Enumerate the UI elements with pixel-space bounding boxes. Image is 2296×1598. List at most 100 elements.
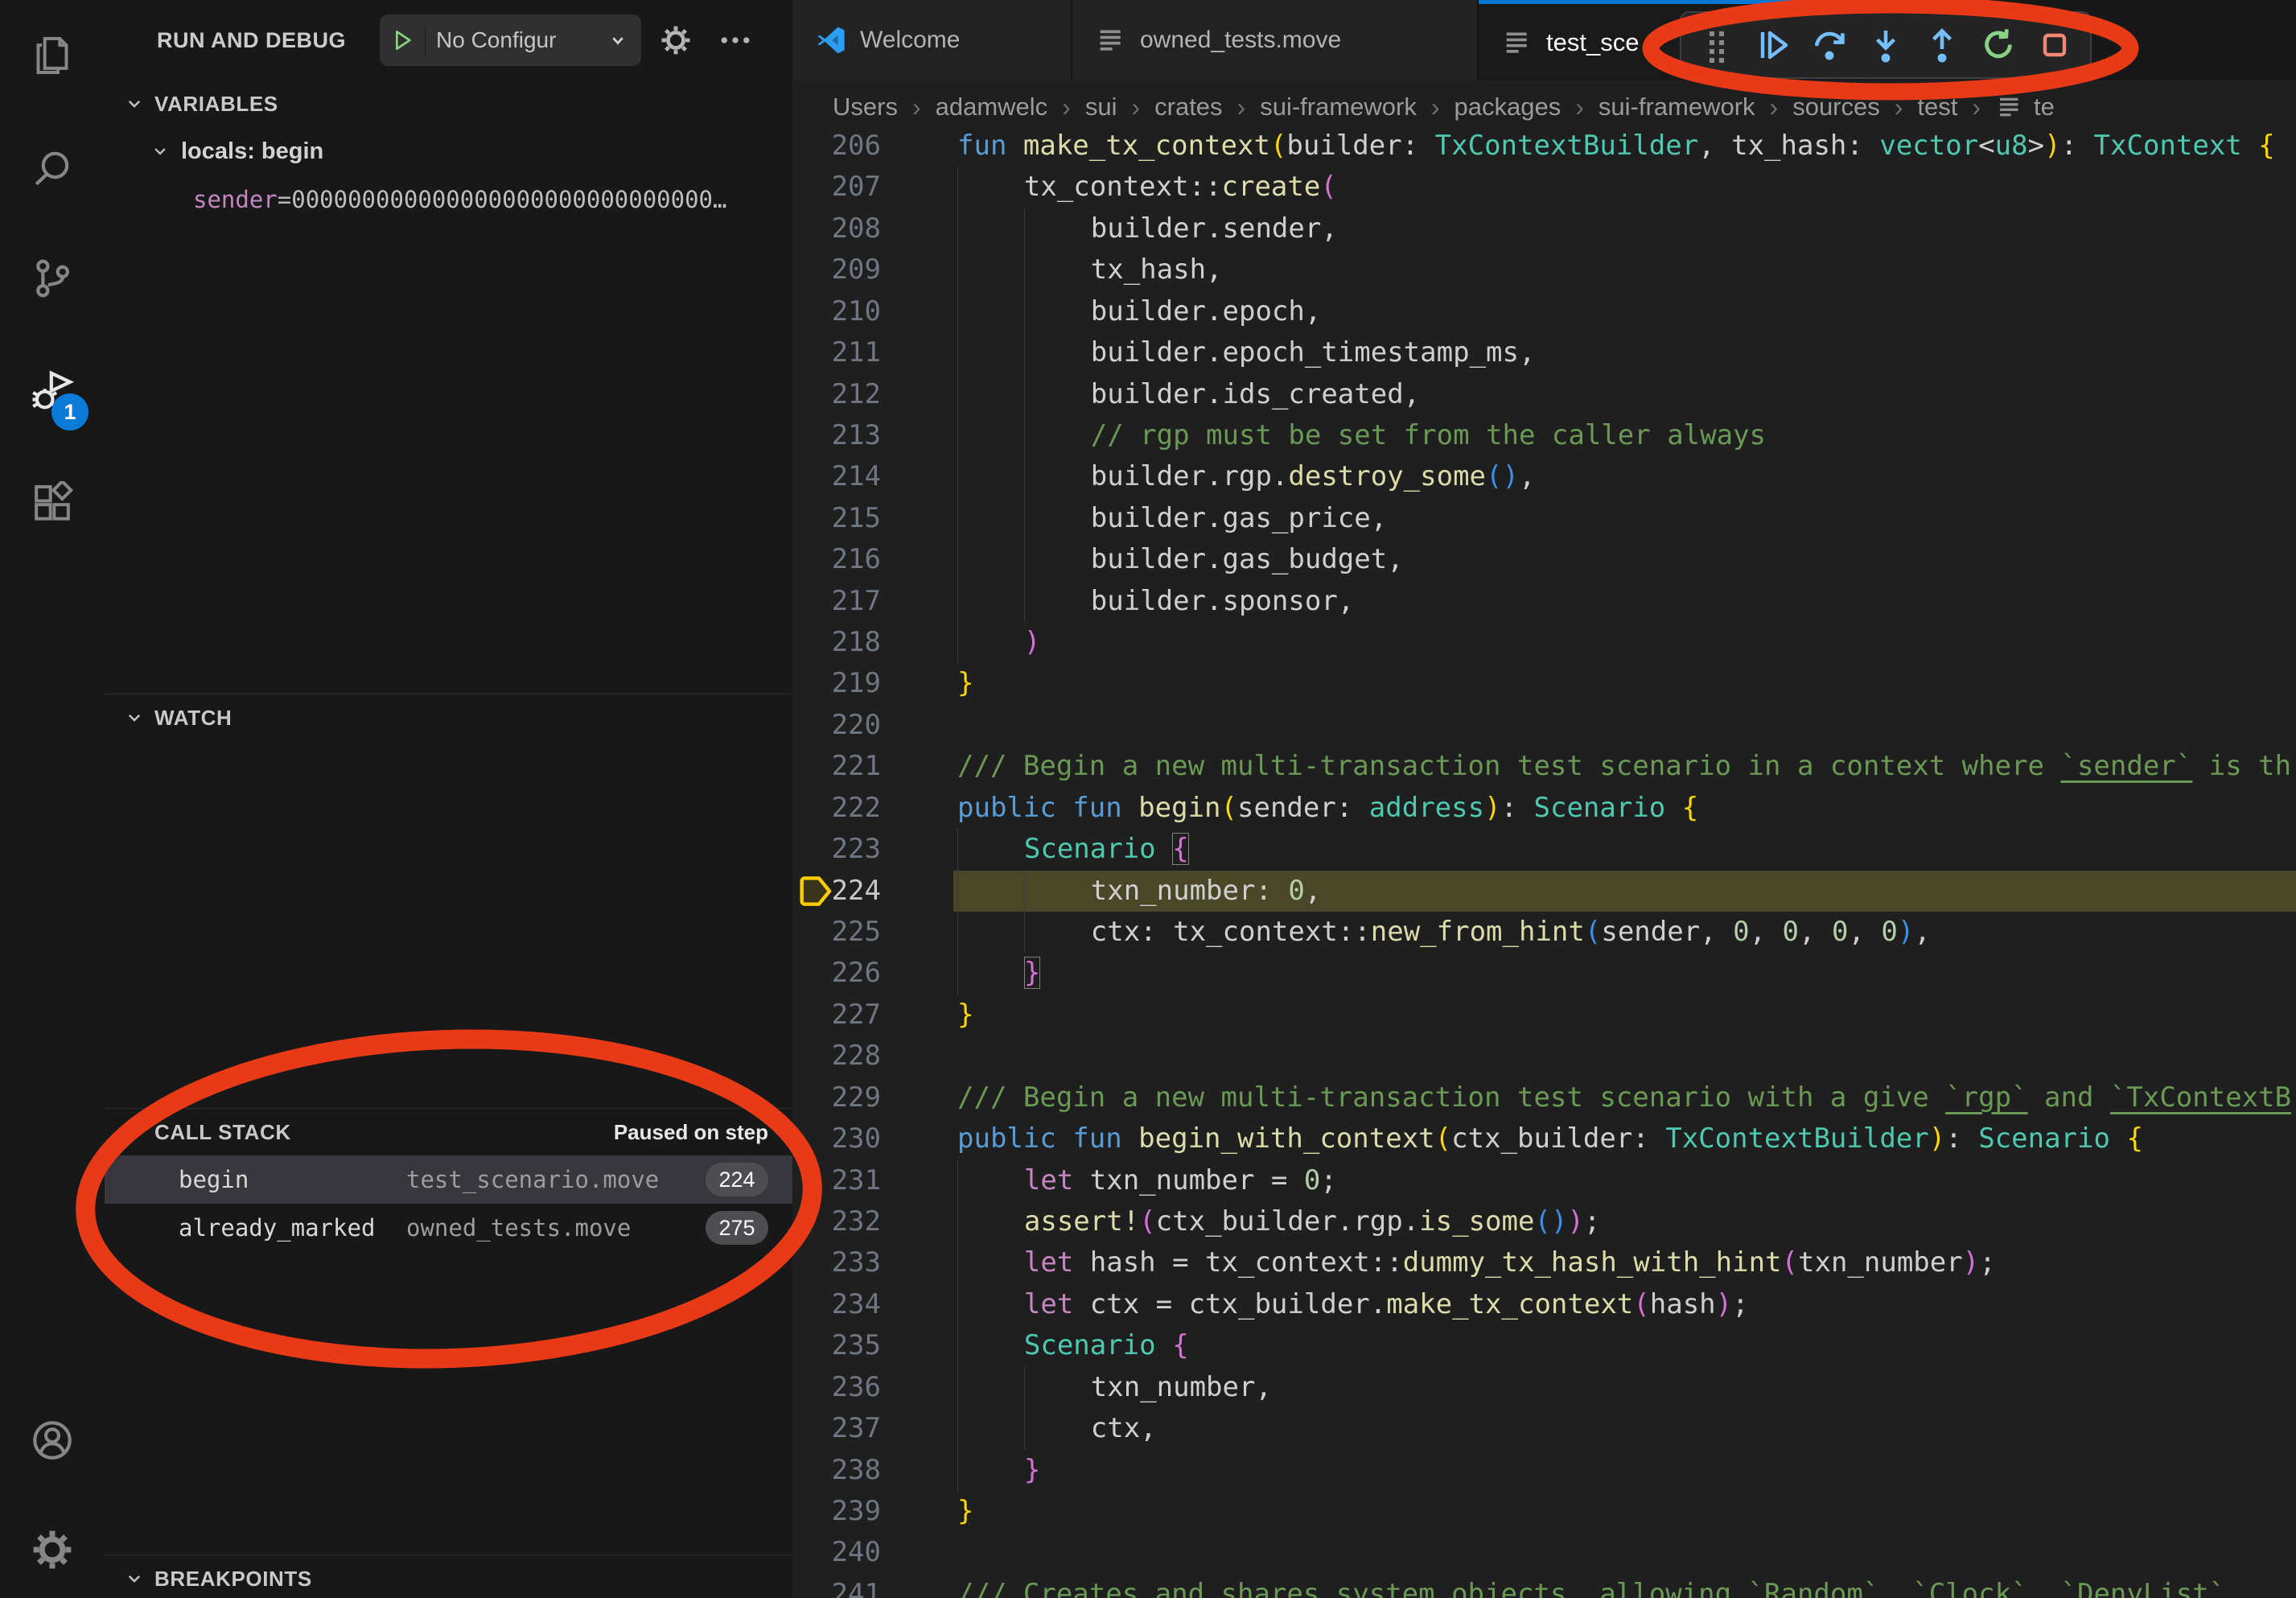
variable-row-sender[interactable]: sender = 000000000000000000000000000000…	[105, 175, 792, 224]
code-line-content[interactable]: }	[953, 663, 2296, 704]
gutter-line-number[interactable]: 239	[792, 1491, 953, 1532]
source-control-icon[interactable]	[30, 256, 75, 301]
gutter-line-number[interactable]: 225	[792, 912, 953, 953]
gutter-line-number[interactable]: 207	[792, 167, 953, 208]
code-line-content[interactable]: }	[953, 1450, 2296, 1491]
gutter-line-number[interactable]: 210	[792, 291, 953, 332]
more-actions-icon[interactable]	[718, 23, 753, 58]
code-line-content[interactable]: let txn_number = 0;	[953, 1160, 2296, 1201]
toolbar-drag-handle-icon[interactable]	[1697, 26, 1736, 64]
code-line-content[interactable]: builder.epoch,	[953, 291, 2296, 332]
code-line-content[interactable]	[953, 705, 2296, 746]
gutter-line-number[interactable]: 241	[792, 1574, 953, 1598]
code-line-content[interactable]: builder.gas_price,	[953, 498, 2296, 539]
code-line-content[interactable]	[953, 1036, 2296, 1077]
breadcrumb-file[interactable]: te	[1995, 93, 2055, 121]
code-line-content[interactable]: }	[953, 1491, 2296, 1532]
gutter-line-number[interactable]: 226	[792, 953, 953, 994]
step-over-icon[interactable]	[1810, 26, 1849, 64]
code-line-content[interactable]: let ctx = ctx_builder.make_tx_context(ha…	[953, 1284, 2296, 1325]
gutter-line-number[interactable]: 238	[792, 1450, 953, 1491]
gutter-line-number[interactable]: 211	[792, 332, 953, 373]
gutter-line-number[interactable]: 214	[792, 456, 953, 497]
gutter-line-number[interactable]: 231	[792, 1160, 953, 1201]
breadcrumb-item[interactable]: adamwelc	[936, 93, 1048, 121]
code-line-content[interactable]: }	[953, 953, 2296, 994]
gutter-line-number[interactable]: 208	[792, 208, 953, 249]
tab-welcome[interactable]: Welcome	[792, 0, 1072, 80]
code-line-content[interactable]: Scenario {	[953, 1325, 2296, 1366]
gutter-line-number[interactable]: 213	[792, 415, 953, 456]
breadcrumb-item[interactable]: Users	[833, 93, 898, 121]
gutter-line-number[interactable]: 234	[792, 1284, 953, 1325]
gutter-line-number[interactable]: 224	[792, 871, 953, 912]
gutter-line-number[interactable]: 216	[792, 539, 953, 580]
start-debugging-icon[interactable]	[380, 25, 426, 56]
watch-section-header[interactable]: WATCH	[105, 694, 792, 741]
extensions-icon[interactable]	[30, 481, 75, 526]
code-line-content[interactable]: tx_hash,	[953, 249, 2296, 290]
code-line-content[interactable]: /// Begin a new multi-transaction test s…	[953, 746, 2296, 787]
gutter-line-number[interactable]: 221	[792, 746, 953, 787]
gutter-line-number[interactable]: 223	[792, 829, 953, 870]
code-line-content[interactable]: assert!(ctx_builder.rgp.is_some());	[953, 1201, 2296, 1242]
code-line-content[interactable]: builder.gas_budget,	[953, 539, 2296, 580]
gutter-line-number[interactable]: 237	[792, 1408, 953, 1449]
gutter-line-number[interactable]: 235	[792, 1325, 953, 1366]
code-line-content[interactable]	[953, 1532, 2296, 1573]
gutter-line-number[interactable]: 222	[792, 788, 953, 829]
settings-gear-icon[interactable]	[30, 1527, 75, 1572]
gutter-line-number[interactable]: 230	[792, 1118, 953, 1159]
restart-icon[interactable]	[1979, 26, 2018, 64]
code-line-content[interactable]: public fun begin(sender: address): Scena…	[953, 788, 2296, 829]
step-into-icon[interactable]	[1866, 26, 1905, 64]
call-stack-frame-already_marked[interactable]: already_markedowned_tests.move275	[105, 1204, 792, 1252]
gutter-line-number[interactable]: 233	[792, 1242, 953, 1283]
code-line-content[interactable]: builder.rgp.destroy_some(),	[953, 456, 2296, 497]
code-line-content[interactable]: )	[953, 622, 2296, 663]
code-line-content[interactable]: /// Creates and shares system objects, a…	[953, 1574, 2296, 1598]
variables-scope-locals[interactable]: locals: begin	[105, 127, 792, 175]
debug-configuration-dropdown[interactable]: No Configur	[380, 14, 641, 66]
call-stack-section-header[interactable]: CALL STACK Paused on step	[105, 1109, 792, 1155]
breakpoints-section-header[interactable]: BREAKPOINTS	[105, 1555, 792, 1598]
gutter-line-number[interactable]: 240	[792, 1532, 953, 1573]
code-line-content[interactable]: builder.ids_created,	[953, 374, 2296, 415]
gutter-line-number[interactable]: 215	[792, 498, 953, 539]
gutter-line-number[interactable]: 220	[792, 705, 953, 746]
tab-owned-tests-move[interactable]: owned_tests.move	[1072, 0, 1479, 80]
breadcrumb-item[interactable]: crates	[1154, 93, 1222, 121]
code-line-content[interactable]: /// Begin a new multi-transaction test s…	[953, 1077, 2296, 1118]
breadcrumb-item[interactable]: sources	[1792, 93, 1880, 121]
code-line-content[interactable]: tx_context::create(	[953, 167, 2296, 208]
code-line-content[interactable]: txn_number,	[953, 1367, 2296, 1408]
explorer-icon[interactable]	[30, 33, 75, 78]
gutter-line-number[interactable]: 209	[792, 249, 953, 290]
call-stack-frame-begin[interactable]: begintest_scenario.move224	[105, 1155, 792, 1204]
breadcrumb-item[interactable]: packages	[1455, 93, 1562, 121]
continue-icon[interactable]	[1754, 26, 1792, 64]
gutter-line-number[interactable]: 229	[792, 1077, 953, 1118]
code-line-content[interactable]: public fun begin_with_context(ctx_builde…	[953, 1118, 2296, 1159]
code-line-content[interactable]: let hash = tx_context::dummy_tx_hash_wit…	[953, 1242, 2296, 1283]
breadcrumb-item[interactable]: sui-framework	[1260, 93, 1417, 121]
code-line-content[interactable]: builder.sponsor,	[953, 581, 2296, 622]
gutter-line-number[interactable]: 218	[792, 622, 953, 663]
code-line-content[interactable]: ctx,	[953, 1408, 2296, 1449]
code-line-content[interactable]: txn_number: 0,	[953, 871, 2296, 912]
code-line-content[interactable]: }	[953, 995, 2296, 1036]
gutter-line-number[interactable]: 232	[792, 1201, 953, 1242]
breadcrumb-item[interactable]: sui	[1085, 93, 1117, 121]
gutter-line-number[interactable]: 236	[792, 1367, 953, 1408]
gutter-line-number[interactable]: 212	[792, 374, 953, 415]
code-line-content[interactable]: builder.sender,	[953, 208, 2296, 249]
code-line-content[interactable]: // rgp must be set from the caller alway…	[953, 415, 2296, 456]
search-icon[interactable]	[30, 146, 75, 191]
code-line-content[interactable]: builder.epoch_timestamp_ms,	[953, 332, 2296, 373]
gutter-line-number[interactable]: 217	[792, 581, 953, 622]
code-editor[interactable]: 206fun make_tx_context(builder: TxContex…	[792, 126, 2296, 1598]
variables-section-header[interactable]: VARIABLES	[105, 80, 792, 127]
breadcrumb-item[interactable]: sui-framework	[1599, 93, 1755, 121]
account-icon[interactable]	[30, 1418, 75, 1463]
gutter-line-number[interactable]: 228	[792, 1036, 953, 1077]
